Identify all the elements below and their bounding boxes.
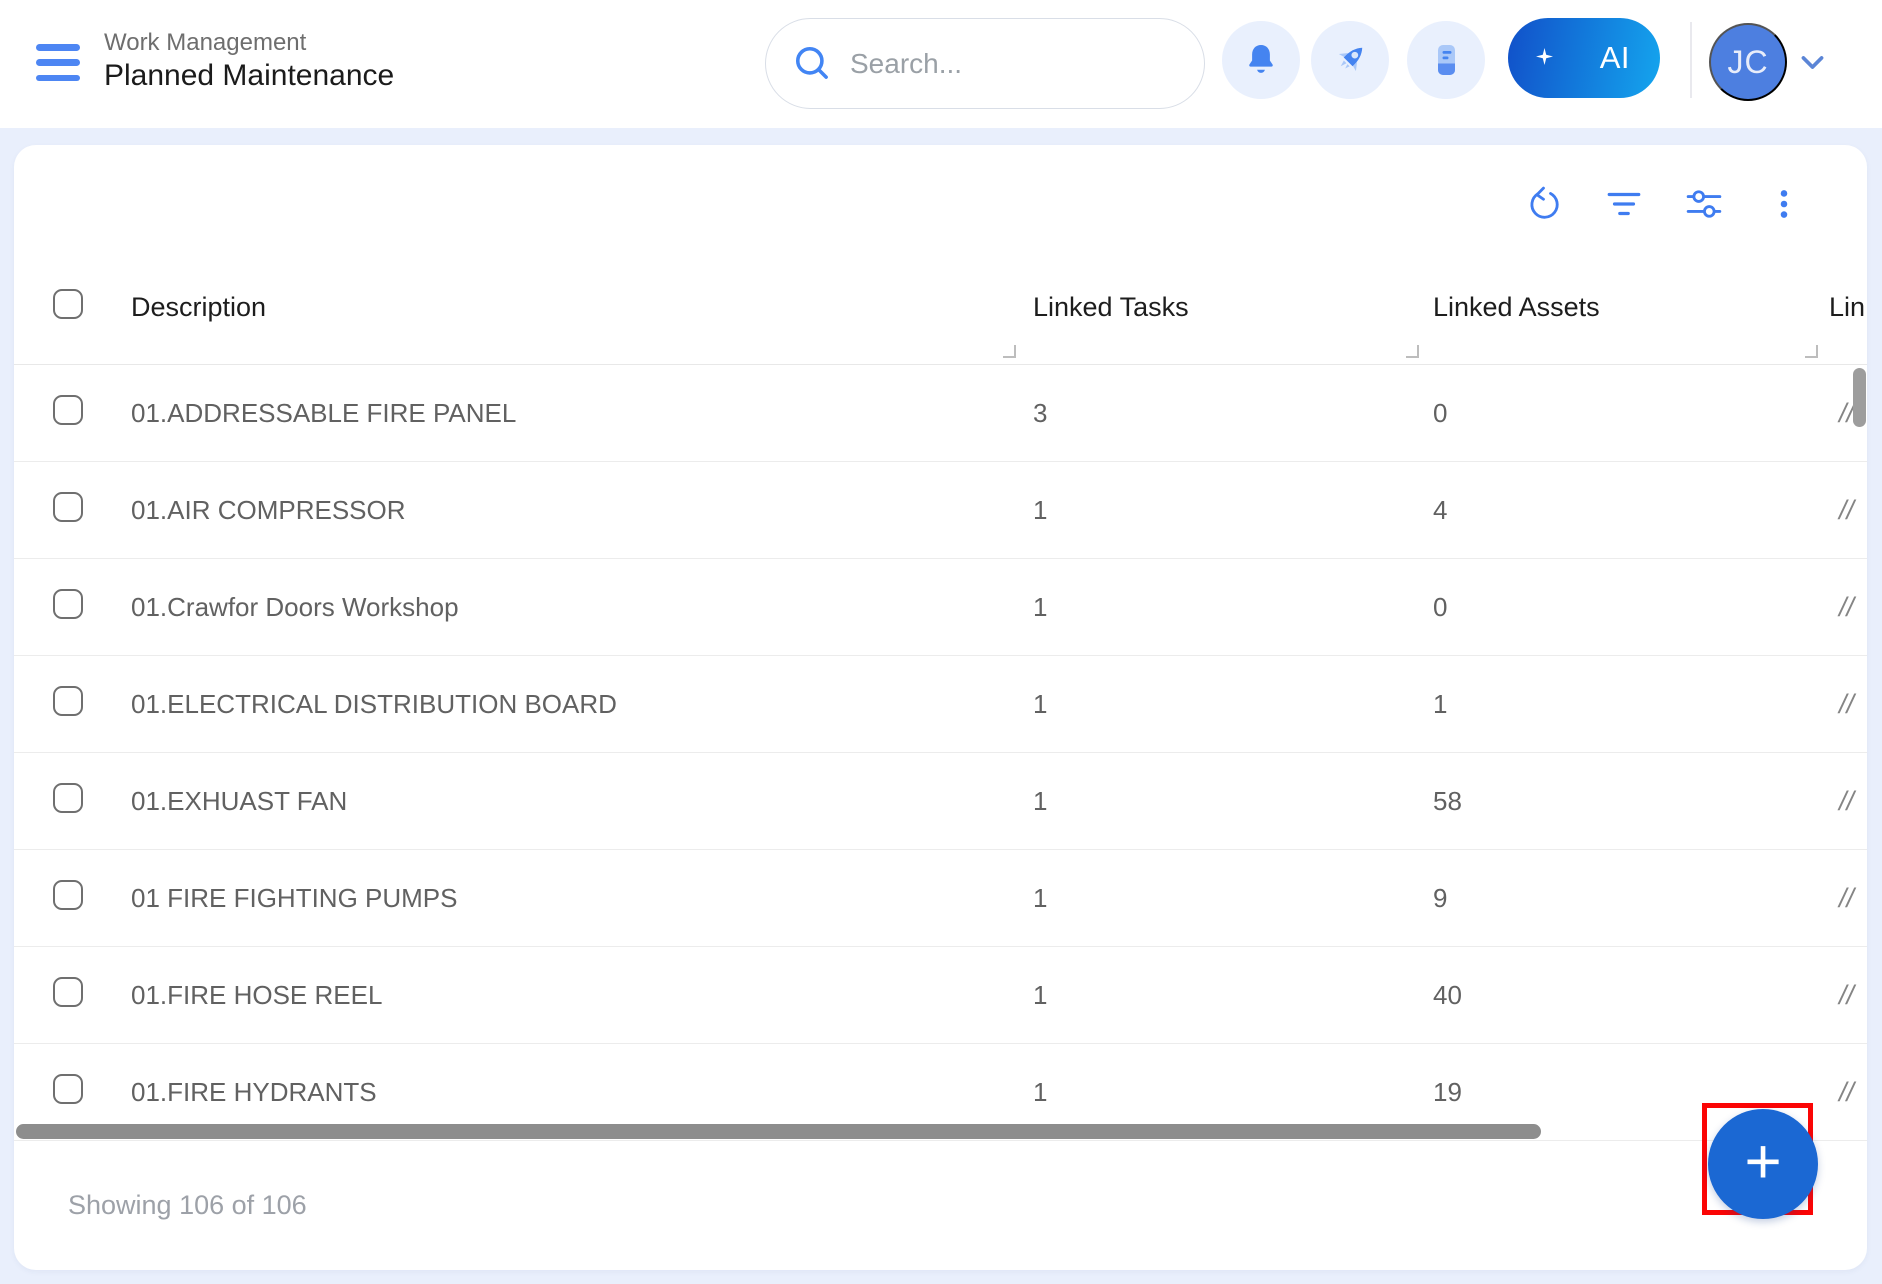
column-header-linked-extra[interactable]: Lin bbox=[1829, 292, 1867, 323]
row-extra-value: // bbox=[1829, 786, 1867, 817]
row-checkbox[interactable] bbox=[53, 492, 83, 522]
row-extra-value: // bbox=[1829, 495, 1867, 526]
row-checkbox[interactable] bbox=[53, 977, 83, 1007]
avatar-initials: JC bbox=[1727, 44, 1768, 81]
row-linked-assets: 9 bbox=[1430, 883, 1829, 914]
row-checkbox-cell bbox=[14, 589, 114, 626]
select-all-checkbox[interactable] bbox=[53, 289, 83, 319]
table-row[interactable]: 01.AIR COMPRESSOR 1 4 // bbox=[14, 462, 1867, 559]
row-linked-assets: 40 bbox=[1430, 980, 1829, 1011]
row-description: 01.ADDRESSABLE FIRE PANEL bbox=[114, 398, 1027, 429]
row-checkbox-cell bbox=[14, 880, 114, 917]
menu-icon[interactable] bbox=[36, 44, 80, 81]
row-checkbox[interactable] bbox=[53, 589, 83, 619]
row-checkbox-cell bbox=[14, 686, 114, 723]
row-linked-tasks: 1 bbox=[1027, 689, 1430, 720]
ai-button-label: AI bbox=[1600, 40, 1630, 76]
row-checkbox-cell bbox=[14, 1074, 114, 1111]
avatar[interactable]: JC bbox=[1709, 23, 1787, 101]
menu-bar bbox=[36, 44, 80, 51]
app-header: Work Management Planned Maintenance bbox=[0, 0, 1882, 128]
column-header-linked-tasks[interactable]: Linked Tasks bbox=[1027, 292, 1430, 323]
table-row[interactable]: 01.ADDRESSABLE FIRE PANEL 3 0 // bbox=[14, 365, 1867, 462]
rocket-icon bbox=[1329, 39, 1371, 81]
app-title: Work Management bbox=[104, 29, 394, 57]
column-resize-handle[interactable] bbox=[1406, 345, 1419, 358]
row-linked-tasks: 1 bbox=[1027, 786, 1430, 817]
row-checkbox-cell bbox=[14, 783, 114, 820]
notifications-button[interactable] bbox=[1222, 21, 1300, 99]
row-linked-assets: 4 bbox=[1430, 495, 1829, 526]
menu-bar bbox=[36, 75, 80, 82]
add-button[interactable]: + bbox=[1708, 1109, 1818, 1219]
table-row[interactable]: 01.Crawfor Doors Workshop 1 0 // bbox=[14, 559, 1867, 656]
bell-icon bbox=[1241, 40, 1281, 80]
row-extra-value: // bbox=[1829, 980, 1867, 1011]
row-linked-tasks: 1 bbox=[1027, 980, 1430, 1011]
table-row[interactable]: 01.FIRE HOSE REEL 1 40 // bbox=[14, 947, 1867, 1044]
column-header-description[interactable]: Description bbox=[114, 292, 1027, 323]
row-description: 01.FIRE HYDRANTS bbox=[114, 1077, 1027, 1108]
page-title: Planned Maintenance bbox=[104, 57, 394, 94]
search-input[interactable] bbox=[850, 48, 1204, 80]
row-linked-tasks: 1 bbox=[1027, 883, 1430, 914]
search-box[interactable] bbox=[765, 18, 1205, 109]
table-row[interactable]: 01 FIRE FIGHTING PUMPS 1 9 // bbox=[14, 850, 1867, 947]
row-extra-value: // bbox=[1829, 689, 1867, 720]
row-checkbox-cell bbox=[14, 977, 114, 1014]
content-card: Description Linked Tasks Linked Assets L… bbox=[14, 145, 1867, 1270]
table-row[interactable]: 01.ELECTRICAL DISTRIBUTION BOARD 1 1 // bbox=[14, 656, 1867, 753]
row-description: 01.EXHUAST FAN bbox=[114, 786, 1027, 817]
column-resize-handle[interactable] bbox=[1805, 345, 1818, 358]
row-linked-tasks: 3 bbox=[1027, 398, 1430, 429]
column-header-linked-assets[interactable]: Linked Assets bbox=[1430, 292, 1829, 323]
header-checkbox-cell bbox=[14, 289, 114, 326]
document-icon bbox=[1426, 40, 1466, 80]
documents-button[interactable] bbox=[1407, 21, 1485, 99]
sparkle-icon bbox=[1536, 48, 1553, 65]
header-divider bbox=[1690, 22, 1692, 98]
results-count: Showing 106 of 106 bbox=[68, 1190, 307, 1221]
table-header: Description Linked Tasks Linked Assets L… bbox=[14, 145, 1867, 365]
row-checkbox[interactable] bbox=[53, 686, 83, 716]
row-linked-assets: 0 bbox=[1430, 592, 1829, 623]
row-checkbox-cell bbox=[14, 492, 114, 529]
column-resize-handle[interactable] bbox=[1003, 345, 1016, 358]
row-description: 01.ELECTRICAL DISTRIBUTION BOARD bbox=[114, 689, 1027, 720]
row-linked-assets: 0 bbox=[1430, 398, 1829, 429]
row-checkbox-cell bbox=[14, 395, 114, 432]
row-linked-tasks: 1 bbox=[1027, 592, 1430, 623]
row-description: 01.Crawfor Doors Workshop bbox=[114, 592, 1027, 623]
row-extra-value: // bbox=[1829, 592, 1867, 623]
horizontal-scrollbar[interactable] bbox=[16, 1124, 1541, 1139]
row-linked-assets: 58 bbox=[1430, 786, 1829, 817]
plus-icon: + bbox=[1744, 1129, 1781, 1193]
chevron-down-icon[interactable] bbox=[1800, 54, 1825, 71]
row-linked-assets: 1 bbox=[1430, 689, 1829, 720]
row-checkbox[interactable] bbox=[53, 783, 83, 813]
row-checkbox[interactable] bbox=[53, 1074, 83, 1104]
search-icon bbox=[792, 43, 834, 85]
menu-bar bbox=[36, 59, 80, 66]
ai-button[interactable]: AI bbox=[1508, 18, 1660, 98]
launcher-button[interactable] bbox=[1311, 21, 1389, 99]
row-extra-value: // bbox=[1829, 883, 1867, 914]
row-linked-tasks: 1 bbox=[1027, 1077, 1430, 1108]
row-description: 01.AIR COMPRESSOR bbox=[114, 495, 1027, 526]
table-body: 01.ADDRESSABLE FIRE PANEL 3 0 // 01.AIR … bbox=[14, 365, 1867, 1141]
row-linked-tasks: 1 bbox=[1027, 495, 1430, 526]
row-checkbox[interactable] bbox=[53, 880, 83, 910]
table-row[interactable]: 01.EXHUAST FAN 1 58 // bbox=[14, 753, 1867, 850]
app-root: Work Management Planned Maintenance bbox=[0, 0, 1882, 1284]
breadcrumb: Work Management Planned Maintenance bbox=[104, 29, 394, 94]
row-checkbox[interactable] bbox=[53, 395, 83, 425]
row-description: 01 FIRE FIGHTING PUMPS bbox=[114, 883, 1027, 914]
row-extra-value: // bbox=[1829, 1077, 1867, 1108]
row-description: 01.FIRE HOSE REEL bbox=[114, 980, 1027, 1011]
vertical-scrollbar[interactable] bbox=[1853, 368, 1866, 427]
